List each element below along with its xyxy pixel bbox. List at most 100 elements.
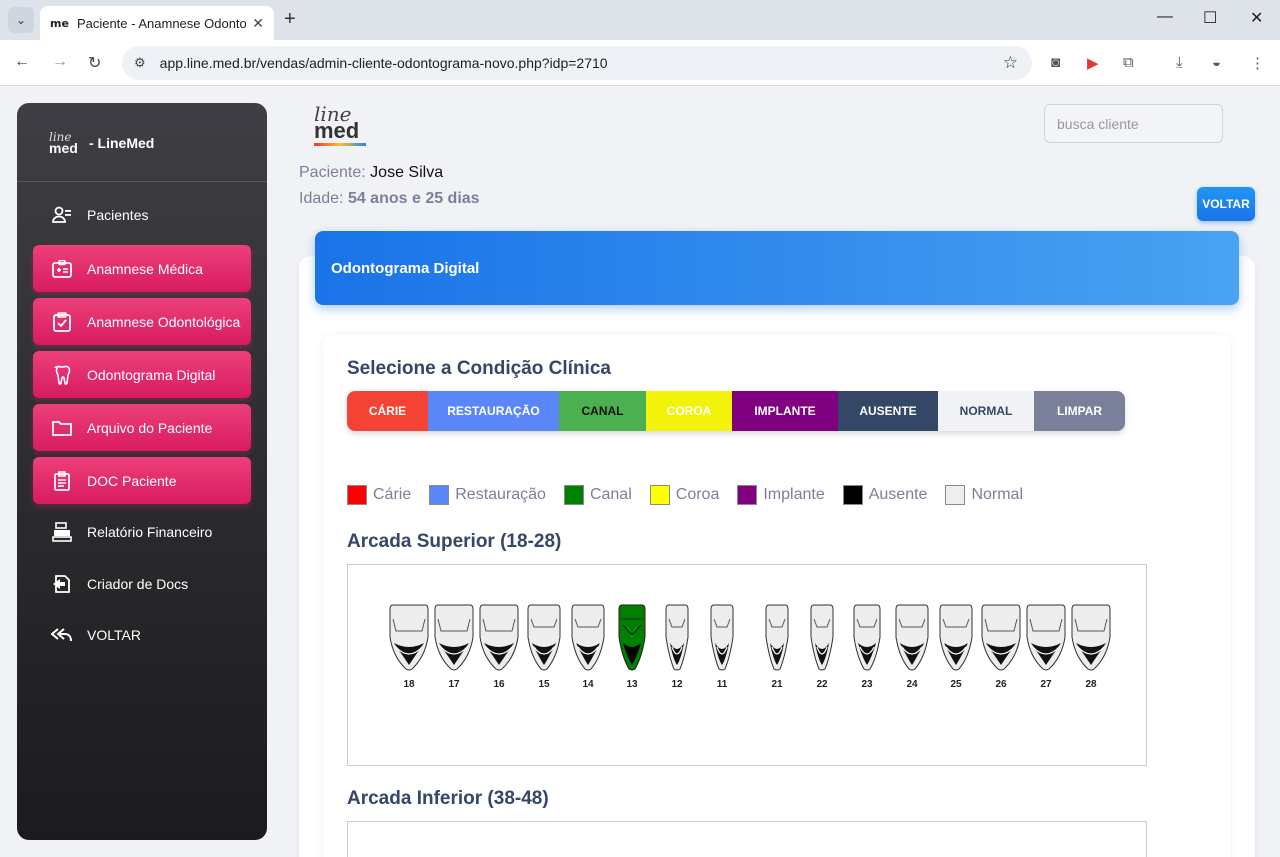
tooth-11[interactable]: 11 (702, 603, 742, 690)
tooth-24[interactable]: 24 (892, 603, 932, 690)
tooth-number: 28 (1085, 679, 1097, 690)
tooth-number: 21 (771, 679, 783, 690)
card-header: Odontograma Digital (315, 231, 1239, 305)
back-arrow-icon[interactable]: ← (14, 53, 30, 71)
condition-button-restauracao[interactable]: RESTAURAÇÃO (428, 391, 559, 431)
sidebar: line med - LineMed Pacientes Anamnese Méd… (17, 103, 267, 840)
browser-tab-bar: ⌄ me Paciente - Anamnese Odontoló ✕ + — … (0, 0, 1280, 40)
maximize-icon[interactable]: ☐ (1203, 8, 1217, 28)
sidebar-brand[interactable]: line med - LineMed (49, 131, 154, 155)
sidebar-item-odontograma-digital[interactable]: Odontograma Digital (33, 351, 251, 398)
voltar-button[interactable]: VOLTAR (1197, 187, 1255, 221)
condition-button-carie[interactable]: CÁRIE (347, 391, 428, 431)
legend-swatch (842, 485, 863, 505)
condition-legend: Cárie Restauração Canal Coroa Implante Ausent… (347, 485, 1041, 505)
tooth-16[interactable]: 16 (479, 603, 519, 690)
legend-label: Coroa (675, 486, 720, 503)
window-close-icon[interactable]: ✕ (1250, 8, 1263, 28)
tooth-25[interactable]: 25 (936, 603, 976, 690)
tooth-number: 18 (403, 679, 415, 690)
condition-button-group: CÁRIE RESTAURAÇÃO CANAL COROA IMPLANTE AUSENT… (347, 391, 1125, 431)
linemed-logo: line med (49, 130, 78, 156)
tooth-14[interactable]: 14 (568, 603, 608, 690)
tooth-21[interactable]: 21 (757, 603, 797, 690)
sidebar-item-label: Odontograma Digital (87, 366, 216, 383)
condition-button-implante[interactable]: IMPLANTE (732, 391, 838, 431)
minimize-icon[interactable]: — (1157, 8, 1173, 26)
client-search-input[interactable] (1044, 104, 1223, 143)
patient-name: Jose Silva (370, 164, 444, 181)
tab-favicon: me (50, 16, 69, 30)
download-icon[interactable]: ⤓ (1176, 54, 1183, 71)
sidebar-item-voltar[interactable]: VOLTAR (33, 611, 251, 658)
age-label: Idade: (299, 190, 344, 207)
sidebar-item-relatorio-financeiro[interactable]: Relatório Financeiro (33, 508, 251, 555)
sidebar-item-doc-paciente[interactable]: DOC Paciente (33, 457, 251, 504)
tooth-27[interactable]: 27 (1026, 603, 1066, 690)
document-icon (51, 470, 73, 491)
sidebar-item-anamnese-medica[interactable]: Anamnese Médica (33, 245, 251, 292)
legend-item: Implante (737, 485, 825, 505)
sidebar-divider (17, 181, 267, 182)
sidebar-item-anamnese-odontologica[interactable]: Anamnese Odontológica (33, 298, 251, 345)
legend-label: Canal (589, 486, 632, 503)
tooth-number: 16 (493, 679, 505, 690)
tooth-icon (51, 365, 73, 385)
sidebar-item-label: Criador de Docs (87, 575, 189, 592)
sidebar-item-label: Pacientes (87, 206, 149, 223)
url-bar[interactable]: ⚙ app.line.med.br/vendas/admin-cliente-o… (122, 46, 1032, 80)
new-tab-icon[interactable]: + (284, 8, 296, 31)
bookmark-star-icon[interactable]: ☆ (1003, 53, 1018, 73)
legend-label: Cárie (373, 486, 412, 503)
condition-button-coroa[interactable]: COROA (646, 391, 732, 431)
youtube-extension-icon[interactable]: ▶ (1087, 54, 1099, 72)
tab-search-chevron-icon[interactable]: ⌄ (8, 7, 34, 33)
forward-arrow-icon[interactable]: → (52, 53, 68, 71)
browser-tab[interactable]: me Paciente - Anamnese Odontoló ✕ (40, 6, 274, 40)
linemed-main-logo: line med (314, 104, 366, 146)
sidebar-item-criador-de-docs[interactable]: Criador de Docs (33, 560, 251, 607)
tooth-18[interactable]: 18 (389, 603, 429, 690)
tooth-13[interactable]: 13 (612, 603, 652, 690)
tooth-28[interactable]: 28 (1071, 603, 1111, 690)
condition-button-normal[interactable]: NORMAL (938, 391, 1034, 431)
legend-swatch (347, 485, 367, 505)
condition-button-canal[interactable]: CANAL (559, 391, 646, 431)
profile-icon[interactable]: ◒ (1212, 54, 1221, 71)
tooth-17[interactable]: 17 (434, 603, 474, 690)
legend-label: Ausente (868, 486, 928, 503)
condition-button-ausente[interactable]: AUSENTE (838, 391, 938, 431)
legend-item: Cárie (347, 485, 411, 505)
tooth-22[interactable]: 22 (802, 603, 842, 690)
tooth-26[interactable]: 26 (981, 603, 1021, 690)
medical-id-icon (51, 259, 73, 279)
tooth-number: 11 (716, 679, 728, 690)
reload-icon[interactable]: ↻ (88, 53, 101, 73)
patient-name-line: Paciente: Jose Silva (299, 164, 443, 182)
extensions-icon[interactable]: ⧉ (1123, 54, 1134, 71)
tooth-number: 22 (816, 679, 828, 690)
legend-swatch (429, 485, 450, 505)
legend-item: Coroa (649, 485, 720, 505)
age-value: 54 anos e 25 dias (347, 190, 480, 207)
legend-label: Implante (763, 486, 825, 503)
tooth-23[interactable]: 23 (847, 603, 887, 690)
browser-address-bar: ← → ↻ ⚙ app.line.med.br/vendas/admin-cli… (0, 40, 1280, 86)
brand-name: - LineMed (89, 135, 155, 151)
tooth-number: 12 (671, 679, 683, 690)
url-text: app.line.med.br/vendas/admin-cliente-odo… (159, 55, 608, 71)
tooth-15[interactable]: 15 (524, 603, 564, 690)
legend-item: Restauração (429, 485, 546, 505)
tab-close-icon[interactable]: ✕ (252, 15, 264, 32)
condition-button-limpar[interactable]: LIMPAR (1034, 391, 1125, 431)
tooth-number: 26 (995, 679, 1007, 690)
camera-icon[interactable]: ◙ (1051, 54, 1060, 71)
tooth-12[interactable]: 12 (657, 603, 697, 690)
sidebar-item-arquivo-do-paciente[interactable]: Arquivo do Paciente (33, 404, 251, 451)
tooth-number: 24 (906, 679, 918, 690)
sidebar-item-pacientes[interactable]: Pacientes (33, 191, 251, 238)
site-settings-icon[interactable]: ⚙ (134, 55, 146, 71)
tooth-number: 25 (950, 679, 962, 690)
browser-menu-icon[interactable]: ⋮ (1250, 54, 1265, 72)
legend-swatch (649, 485, 670, 505)
